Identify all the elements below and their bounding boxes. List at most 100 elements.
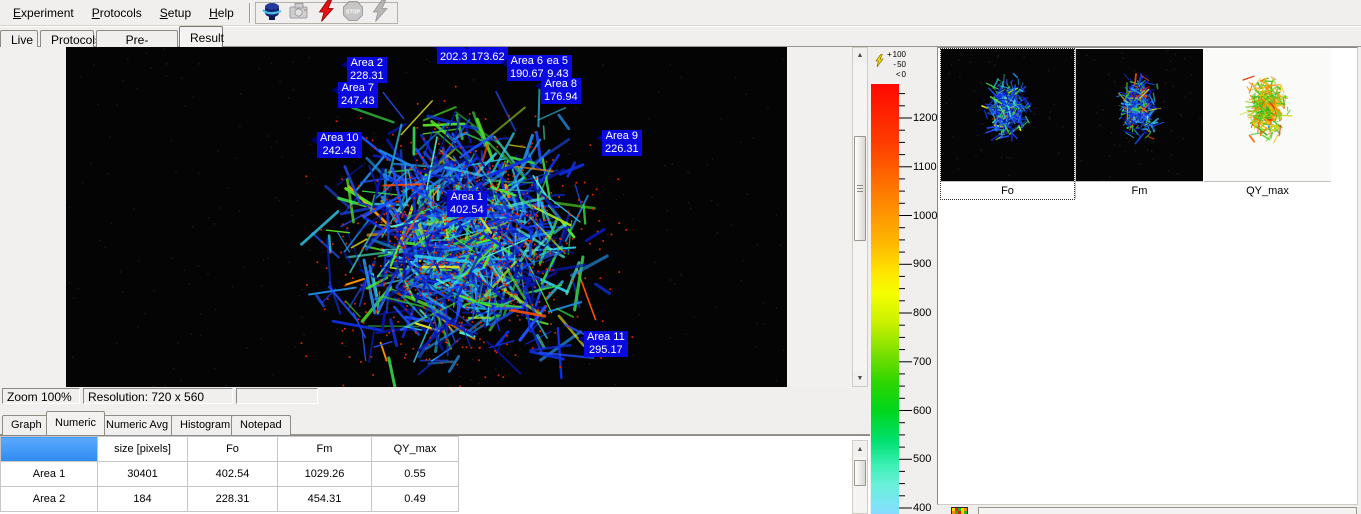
area-name: Area 8: [544, 78, 578, 91]
thumbnail-fo[interactable]: Fo: [941, 49, 1074, 199]
data-cell[interactable]: 1029.26: [278, 462, 372, 487]
area-name: Area 1: [450, 191, 484, 204]
colorbar-tick-label: 400: [913, 503, 931, 514]
column-header-size-pixels[interactable]: size [pixels]: [98, 437, 188, 462]
status-resolution: Resolution: 720 x 560: [83, 388, 233, 404]
data-cell[interactable]: 228.31: [188, 487, 278, 512]
area-label-area-8[interactable]: Area 8176.94: [541, 78, 581, 104]
area-name: Area 2: [350, 57, 384, 70]
image-vertical-scrollbar[interactable]: ▲ ▼: [852, 47, 868, 387]
table-scrollbar-thumb[interactable]: [854, 460, 866, 486]
area-label-area-11[interactable]: Area 11295.17: [584, 331, 628, 357]
table-vertical-scrollbar[interactable]: ▲: [852, 440, 868, 514]
fluorescence-image[interactable]: Area 4202.37Area 3173.62Area 2228.31Area…: [66, 47, 787, 387]
triangle-up-icon: ▲: [857, 446, 864, 453]
scroll-up-button[interactable]: ▲: [853, 48, 867, 63]
toolbar-button-camera-capture-icon: [286, 3, 313, 23]
area-name: Area 10: [320, 132, 359, 145]
tab-graph[interactable]: Graph: [2, 415, 51, 435]
thumbnail-image: [941, 49, 1074, 181]
data-cell[interactable]: 30401: [98, 462, 188, 487]
toolbar: STOP: [255, 2, 398, 24]
tab-protocols[interactable]: Protocols: [40, 30, 94, 47]
result-frames-panel: FoFmQY_max: [937, 47, 1358, 505]
colorbar-panel: +100-50<0 120011001000900800700600500400: [870, 47, 937, 514]
palette-icon[interactable]: [951, 507, 968, 514]
frames-panel-bottom-bar: [937, 505, 1361, 514]
data-cell[interactable]: 0.55: [372, 462, 459, 487]
data-cell[interactable]: 454.31: [278, 487, 372, 512]
toolbar-button-lightning-icon[interactable]: [313, 3, 340, 23]
table-row: Area 130401402.541029.260.55: [1, 462, 459, 487]
column-header-qy-max[interactable]: QY_max: [372, 437, 459, 462]
thumbnail-image: [1076, 49, 1203, 181]
tab-histogram[interactable]: Histogram: [171, 415, 239, 435]
data-cell[interactable]: 184: [98, 487, 188, 512]
camera-icon: [260, 0, 284, 25]
lightning-disabled-icon: [369, 0, 391, 25]
area-name: Area 7: [341, 82, 375, 95]
area-value: 176.94: [544, 91, 578, 104]
thumbnail-fm[interactable]: Fm: [1076, 49, 1203, 199]
table-scroll-up-button[interactable]: ▲: [853, 442, 867, 457]
tab-result[interactable]: Result: [179, 26, 223, 47]
tab-notepad[interactable]: Notepad: [231, 415, 291, 435]
data-cell[interactable]: 402.54: [188, 462, 278, 487]
thumbnail-label: Fo: [941, 181, 1074, 199]
area-label-area-1[interactable]: Area 1402.54: [447, 191, 487, 217]
table-header-row: size [pixels]FoFmQY_max: [1, 437, 459, 462]
area-name: Area 11: [587, 331, 625, 344]
scroll-down-button[interactable]: ▼: [853, 371, 867, 386]
tab-pre-processing[interactable]: Pre-Processing: [96, 30, 178, 47]
column-header-fm[interactable]: Fm: [278, 437, 372, 462]
thumbnail-qy-max[interactable]: QY_max: [1204, 49, 1331, 199]
table-corner-cell[interactable]: [1, 437, 98, 462]
toolbar-separator: [249, 3, 251, 23]
camera-capture-icon: [287, 0, 311, 25]
lightning-icon: [315, 0, 337, 25]
data-cell[interactable]: 0.49: [372, 487, 459, 512]
menu-bar: ExperimentProtocolsSetupHelp STOP: [0, 0, 1361, 26]
area-label-area-2[interactable]: Area 2228.31: [347, 57, 387, 83]
menu-item-protocols[interactable]: Protocols: [83, 2, 151, 24]
triangle-up-icon: ▲: [857, 52, 864, 59]
plant-fluorescence-rendering: [66, 47, 787, 387]
thumbnail-image: [1204, 49, 1331, 181]
colorbar-tick-label: 500: [913, 454, 931, 465]
area-value: 173.62: [471, 51, 505, 64]
row-header-cell[interactable]: Area 2: [1, 487, 98, 512]
menu-item-experiment[interactable]: Experiment: [4, 2, 83, 24]
area-label-area-7[interactable]: Area 7247.43: [338, 82, 378, 108]
area-value: 295.17: [587, 344, 625, 357]
toolbar-button-camera-icon[interactable]: [259, 3, 286, 23]
tab-numeric[interactable]: Numeric: [46, 411, 105, 435]
thumb-grip-icon: [857, 185, 863, 193]
main-tab-bar: LiveProtocolsPre-ProcessingResult: [0, 26, 1361, 47]
area-name: Area 6: [510, 55, 544, 68]
colorbar-tick-label: 700: [913, 357, 931, 368]
stop-icon: STOP: [342, 0, 364, 25]
area-value: 226.31: [605, 143, 639, 156]
area-name: Area 9: [605, 130, 639, 143]
area-label-area-9[interactable]: Area 9226.31: [602, 130, 642, 156]
colorbar-tick-label: 1200: [913, 113, 937, 124]
status-zoom: Zoom 100%: [2, 388, 80, 404]
menu-item-setup[interactable]: Setup: [151, 2, 200, 24]
status-extra: [236, 388, 318, 404]
area-label-area-10[interactable]: Area 10242.43: [317, 132, 362, 158]
colorbar-tick-label: 600: [913, 406, 931, 417]
scrollbar-thumb[interactable]: [854, 136, 866, 241]
toolbar-button-lightning-disabled-icon: [367, 3, 394, 23]
triangle-down-icon: ▼: [857, 375, 864, 382]
tab-numeric-avg[interactable]: Numeric Avg: [97, 415, 177, 435]
area-value: 242.43: [320, 145, 359, 158]
frames-horizontal-scrollbar[interactable]: [978, 507, 1357, 514]
status-bar: Zoom 100% Resolution: 720 x 560: [0, 387, 870, 405]
tab-live[interactable]: Live: [0, 30, 38, 47]
colorbar-tick-label: 1000: [913, 211, 937, 222]
row-header-cell[interactable]: Area 1: [1, 462, 98, 487]
menu-item-help[interactable]: Help: [200, 2, 243, 24]
column-header-fo[interactable]: Fo: [188, 437, 278, 462]
fluorcam-application: { "menu_bar": { "items": ["Experiment", …: [0, 0, 1361, 514]
result-tab-bar: GraphNumericNumeric AvgHistogramNotepad: [0, 405, 870, 435]
